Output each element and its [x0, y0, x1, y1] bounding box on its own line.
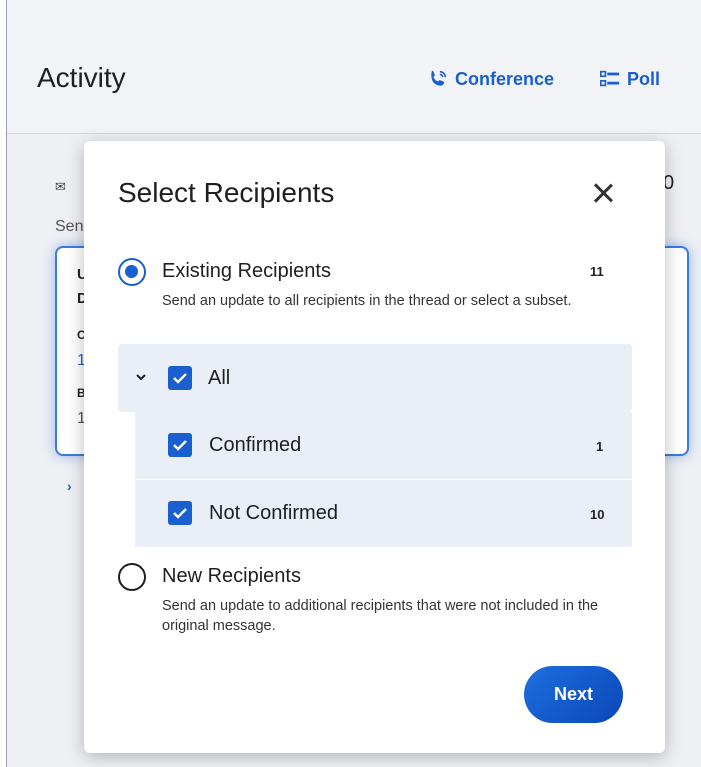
not-confirmed-count: 10: [590, 507, 605, 522]
confirmed-checkbox[interactable]: [168, 433, 192, 457]
page-title: Activity: [37, 62, 126, 93]
bg-sent-text: Sen: [55, 218, 84, 235]
poll-button[interactable]: Poll: [599, 68, 660, 90]
chevron-right-icon[interactable]: ›: [67, 478, 72, 494]
poll-icon: [600, 70, 620, 87]
close-icon[interactable]: [589, 179, 617, 207]
existing-recipients-count: 11: [590, 264, 604, 279]
existing-recipients-label: Existing Recipients: [162, 260, 331, 282]
new-recipients-label: New Recipients: [162, 565, 301, 587]
recipient-groups: All Confirmed 1 Not Confirmed 10: [118, 344, 632, 547]
group-row-confirmed[interactable]: Confirmed 1: [135, 412, 632, 479]
all-label: All: [208, 367, 231, 389]
checkmark-icon: [173, 508, 187, 519]
poll-label: Poll: [627, 68, 661, 89]
confirmed-label: Confirmed: [209, 434, 302, 456]
message-icon: ✉: [55, 179, 66, 194]
existing-recipients-description: Send an update to all recipients in the …: [162, 293, 572, 309]
conference-label: Conference: [455, 68, 555, 89]
not-confirmed-checkbox[interactable]: [168, 501, 192, 525]
conference-button[interactable]: Conference: [427, 68, 554, 90]
group-row-all[interactable]: All: [118, 344, 632, 412]
chevron-down-icon[interactable]: [134, 370, 148, 384]
new-recipients-description: Send an update to additional recipients …: [162, 598, 599, 634]
dialog-title: Select Recipients: [118, 177, 335, 208]
phone-ringing-icon: [431, 70, 447, 86]
checkmark-icon: [173, 440, 187, 451]
confirmed-count: 1: [596, 439, 604, 454]
group-row-not-confirmed[interactable]: Not Confirmed 10: [135, 480, 632, 547]
checkmark-icon: [173, 373, 187, 384]
new-recipients-radio[interactable]: [118, 563, 146, 591]
select-recipients-dialog: Select Recipients Existing Recipients 11…: [84, 141, 665, 753]
existing-recipients-radio[interactable]: [118, 258, 146, 286]
activity-header: Activity Conference Poll: [7, 0, 701, 134]
all-checkbox[interactable]: [168, 366, 192, 390]
not-confirmed-label: Not Confirmed: [209, 502, 338, 524]
next-button[interactable]: Next: [524, 666, 623, 723]
